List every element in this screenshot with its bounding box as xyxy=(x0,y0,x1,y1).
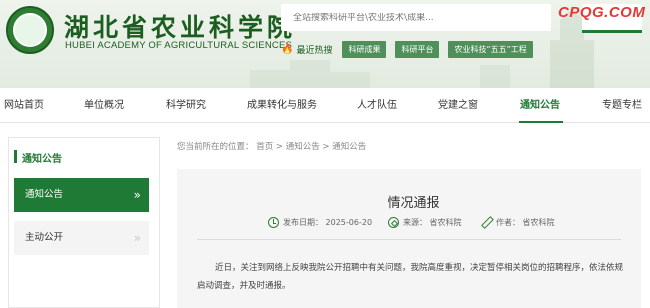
hot-tag[interactable]: 科研平台 xyxy=(395,41,440,58)
article-source-text: 来源： 省农科院 xyxy=(403,218,462,227)
meta-divider xyxy=(197,239,621,240)
sidebar-title: 通知公告 xyxy=(22,154,62,165)
academy-name-cn[interactable]: 湖北省农业科学院 xyxy=(64,8,296,44)
sidebar-title-marker xyxy=(14,150,17,163)
watermark: CPQG.COM xyxy=(558,4,646,21)
nav-item-topics[interactable]: 专题专栏 xyxy=(602,88,642,123)
academy-logo-emblem[interactable] xyxy=(6,6,54,54)
site-header: 湖北省农业科学院 HUBEI ACADEMY OF AGRICULTURAL S… xyxy=(0,0,650,88)
hot-tag[interactable]: 科研成果 xyxy=(342,41,387,58)
article-title-row: 情况通报 xyxy=(0,192,650,211)
academy-name-en: HUBEI ACADEMY OF AGRICULTURAL SCIENCES xyxy=(65,40,293,51)
article-date-text: 发布日期： 2025-06-20 xyxy=(283,218,373,227)
nav-item-research[interactable]: 科学研究 xyxy=(166,88,206,123)
flame-icon: 🔥 xyxy=(281,44,294,55)
article-body: 近日，关注到网络上反映我院公开招聘中有关问题，我院高度重视，决定暂停相关岗位的招… xyxy=(197,263,624,291)
search-button-edge xyxy=(582,30,642,33)
nav-item-home[interactable]: 网站首页 xyxy=(4,88,44,123)
article-source: 来源： 省农科院 xyxy=(388,217,462,228)
pen-icon xyxy=(481,217,492,228)
nav-item-notices[interactable]: 通知公告 xyxy=(520,88,560,123)
breadcrumb: 您当前所在的位置： 首页 > 通知公告 > 通知公告 xyxy=(177,142,367,152)
clock-icon xyxy=(268,217,279,228)
nav-item-transfer[interactable]: 成果转化与服务 xyxy=(247,88,317,123)
search-box[interactable] xyxy=(281,4,551,31)
article-author-text: 作者： 省农科院 xyxy=(496,218,555,227)
article-title: 情况通报 xyxy=(387,196,440,211)
nav-item-about[interactable]: 单位概况 xyxy=(84,88,124,123)
nav-item-party[interactable]: 党建之窗 xyxy=(438,88,478,123)
main-nav: 网站首页 单位概况 科学研究 成果转化与服务 人才队伍 党建之窗 通知公告 专题… xyxy=(0,88,650,123)
nav-active-underline xyxy=(519,121,563,123)
hot-search-bar: 🔥 最近热搜 科研成果 科研平台 农业科技“五五”工程 xyxy=(281,41,542,58)
double-chevron-right-icon: » xyxy=(133,231,141,245)
search-input[interactable] xyxy=(293,12,551,23)
compass-icon xyxy=(388,217,399,228)
nav-item-talent[interactable]: 人才队伍 xyxy=(357,88,397,123)
hot-search-label: 最近热搜 xyxy=(296,46,333,56)
sidebar-item-disclosure[interactable]: 主动公开 » xyxy=(14,221,149,255)
article-author: 作者： 省农科院 xyxy=(481,217,555,228)
sidebar-item-label: 主动公开 xyxy=(25,232,64,243)
article-date: 发布日期： 2025-06-20 xyxy=(268,217,372,228)
hot-tag[interactable]: 农业科技“五五”工程 xyxy=(448,41,533,58)
